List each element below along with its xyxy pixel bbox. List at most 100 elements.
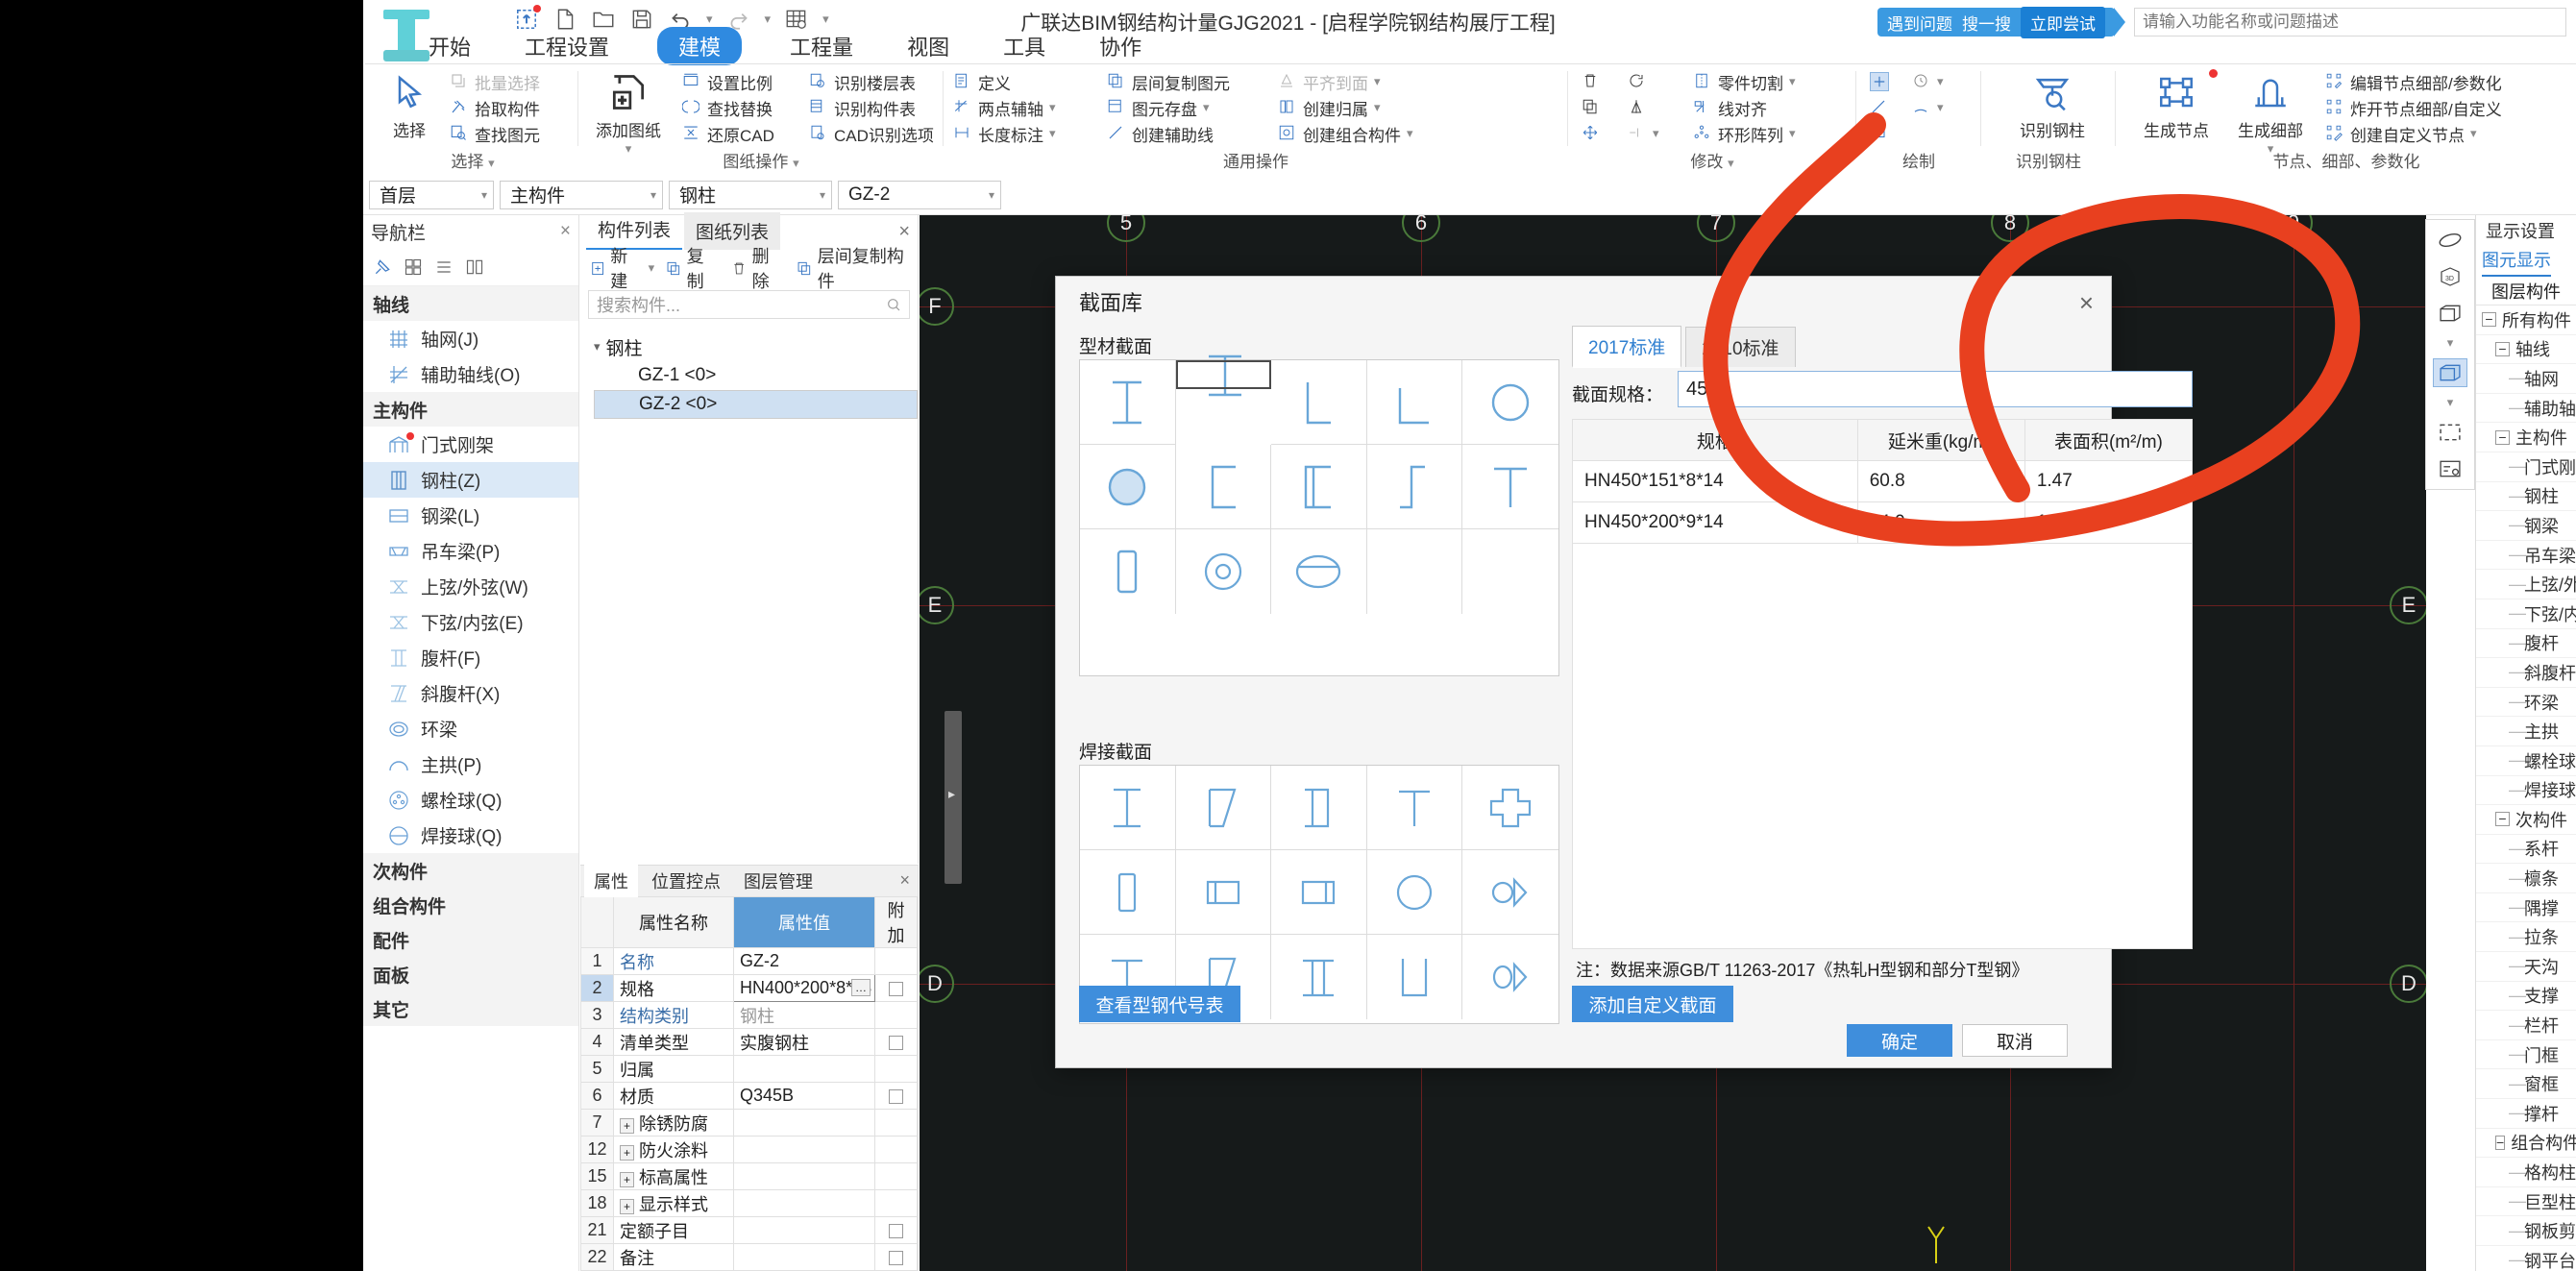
weld-t-icon[interactable]	[1366, 766, 1463, 850]
orbit-icon[interactable]	[2433, 226, 2467, 255]
nav-section-fittings[interactable]: 配件	[363, 922, 578, 957]
table-row[interactable]: 18 + 显示样式	[580, 1189, 918, 1217]
nav-section-secondary[interactable]: 次构件	[363, 853, 578, 888]
group-modify-expand-icon[interactable]: ▾	[1728, 156, 1734, 170]
sidebar-item-diagonal-web[interactable]: 斜腹杆(X)	[363, 675, 578, 711]
batch-select-item[interactable]: 批量选择	[450, 71, 540, 93]
shape-channel-c-icon[interactable]	[1175, 445, 1272, 529]
weld-h2-icon[interactable]	[1271, 935, 1367, 1019]
expand-plus-icon[interactable]: +	[620, 1117, 635, 1134]
display-settings-row[interactable]: — 门框	[2476, 1040, 2576, 1070]
flush-to-face-chevron-down-icon[interactable]: ▾	[1374, 74, 1381, 89]
two-point-axis-item[interactable]: 两点辅轴 ▾	[953, 97, 1056, 119]
shape-tee-wide-icon[interactable]	[1462, 445, 1558, 529]
list-item[interactable]: GZ-2 <0>	[594, 390, 918, 419]
element-save-chevron-down-icon[interactable]: ▾	[1203, 100, 1210, 115]
display-settings-row[interactable]: —下弦/内弦	[2476, 599, 2576, 629]
axis-bubble-right[interactable]: D	[2390, 965, 2426, 1003]
collapse-minus-icon[interactable]: −	[2495, 341, 2510, 356]
shape-pipe-icon[interactable]	[1176, 529, 1272, 614]
tab-collaborate[interactable]: 协作	[1093, 28, 1147, 64]
undo-chevron-down-icon[interactable]: ▾	[706, 12, 713, 27]
table-row[interactable]: 4 清单类型 实腹钢柱	[580, 1028, 918, 1056]
solid-view-icon[interactable]	[2433, 358, 2467, 387]
tab-project-settings[interactable]: 工程设置	[519, 28, 615, 64]
tab-2010-standard[interactable]: 2010标准	[1685, 327, 1796, 367]
row-prop-value[interactable]	[733, 1162, 875, 1190]
cancel-button[interactable]: 取消	[1962, 1024, 2068, 1057]
nav-columns-icon[interactable]	[465, 257, 484, 277]
sidebar-item-main-arch[interactable]: 主拱(P)	[363, 746, 578, 782]
sidebar-item-grid-axis[interactable]: 轴网(J)	[363, 321, 578, 356]
view-steel-code-table-button[interactable]: 查看型钢代号表	[1079, 986, 1240, 1022]
display-settings-row[interactable]: — 隅撑	[2476, 893, 2576, 923]
display-settings-row[interactable]: — 焊接球	[2476, 776, 2576, 806]
box-view-chevron-down-icon[interactable]: ▾	[2447, 335, 2454, 351]
row-prop-add[interactable]	[874, 1028, 918, 1056]
delete-item[interactable]	[1582, 71, 1601, 92]
display-settings-row[interactable]: — 格构柱	[2476, 1158, 2576, 1187]
table-row[interactable]: 2 规格 HN400*200*8*13…	[580, 974, 918, 1002]
sidebar-item-top-chord[interactable]: 上弦/外弦(W)	[363, 569, 578, 604]
dialog-close-icon[interactable]: ×	[2079, 288, 2094, 318]
checkbox[interactable]	[889, 1035, 903, 1050]
row-prop-name[interactable]: + 防火涂料	[613, 1136, 734, 1163]
group-drawing-expand-icon[interactable]: ▾	[793, 156, 799, 170]
weld-cross-icon[interactable]	[1462, 766, 1558, 850]
circular-array-item[interactable]: 环形阵列 ▾	[1693, 123, 1796, 145]
weld-round-flat-icon[interactable]	[1462, 850, 1558, 935]
axis-bubble-left[interactable]: E	[920, 586, 954, 624]
axis-bubble-left[interactable]: F	[920, 287, 954, 326]
row-prop-value[interactable]	[733, 1055, 875, 1083]
row-prop-add[interactable]	[874, 974, 918, 1002]
arc-chevron-down-icon[interactable]: ▾	[1937, 100, 1944, 115]
copy-between-floors-button[interactable]: 层间复制构件	[797, 243, 918, 293]
list-item[interactable]: GZ-1 <0>	[594, 361, 918, 390]
checkbox[interactable]	[889, 1088, 903, 1104]
copy-item[interactable]	[1582, 97, 1601, 118]
tab-quantity[interactable]: 工程量	[784, 28, 859, 64]
table-row[interactable]: 21 定额子目	[580, 1216, 918, 1244]
axis-bubble-right[interactable]: E	[2390, 586, 2426, 624]
line-draw-item[interactable]	[1870, 97, 1889, 118]
display-settings-row[interactable]: — 钢板剪	[2476, 1216, 2576, 1246]
display-settings-row[interactable]: —门式刚架	[2476, 452, 2576, 482]
legend-icon[interactable]	[2433, 454, 2467, 483]
weld-boxflat2-icon[interactable]	[1271, 850, 1367, 935]
new-component-button[interactable]: 新建 ▾	[590, 243, 654, 293]
length-dim-item[interactable]: 长度标注 ▾	[953, 123, 1056, 145]
tab-position-control[interactable]: 位置控点	[642, 865, 730, 897]
display-settings-row[interactable]: —辅助轴线	[2476, 394, 2576, 424]
table-row[interactable]: 3 结构类别 钢柱	[580, 1001, 918, 1029]
display-settings-row[interactable]: — 轴网	[2476, 364, 2576, 394]
row-prop-name[interactable]: + 标高属性	[613, 1162, 734, 1190]
point-draw-item[interactable]	[1870, 71, 1889, 92]
table-row[interactable]: 22 备注	[580, 1243, 918, 1271]
display-settings-row[interactable]: − 组合构件	[2476, 1129, 2576, 1159]
display-settings-row[interactable]: — 腹杆	[2476, 629, 2576, 659]
define-item[interactable]: 定义	[953, 71, 1056, 93]
axis-bubble-left[interactable]: D	[920, 965, 954, 1003]
sidebar-item-bolt-ball[interactable]: 螺栓球(Q)	[363, 782, 578, 818]
display-settings-row[interactable]: — 支撑	[2476, 982, 2576, 1012]
add-custom-section-button[interactable]: 添加自定义截面	[1572, 986, 1733, 1022]
row-prop-value[interactable]	[733, 1136, 875, 1163]
shape-zee-icon[interactable]	[1366, 445, 1463, 529]
component-search-input[interactable]: 搜索构件...	[588, 290, 910, 319]
box-view-icon[interactable]	[2433, 299, 2467, 328]
display-settings-row[interactable]: — 栏杆	[2476, 1011, 2576, 1040]
row-prop-add[interactable]	[874, 1216, 918, 1244]
row-prop-name[interactable]: + 显示样式	[613, 1189, 734, 1217]
global-search-input[interactable]	[2134, 8, 2566, 37]
create-aux-line-item[interactable]: 创建辅助线	[1107, 123, 1230, 145]
tab-start[interactable]: 开始	[423, 28, 477, 64]
component-list-close-icon[interactable]: ×	[898, 221, 910, 243]
ok-button[interactable]: 确定	[1847, 1024, 1952, 1057]
type-selector[interactable]: 钢柱 ▾	[669, 180, 832, 209]
identify-floor-table-item[interactable]: 识别楼层表	[809, 71, 934, 93]
sidebar-item-steel-column[interactable]: 钢柱(Z)	[363, 462, 578, 498]
shape-t-beam-icon[interactable]	[1175, 354, 1272, 397]
axis-bubble-top[interactable]: 9	[2274, 215, 2313, 242]
flush-to-face-item[interactable]: 平齐到面 ▾	[1278, 71, 1413, 93]
nav-section-panel[interactable]: 面板	[363, 957, 578, 991]
